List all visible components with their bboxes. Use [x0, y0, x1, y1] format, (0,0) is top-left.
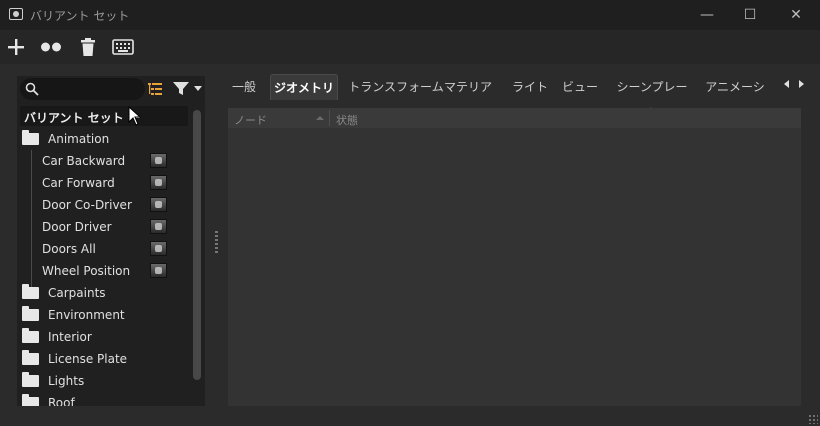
- search-field[interactable]: [20, 78, 145, 100]
- tree-variant-car-forward[interactable]: Car Forward: [42, 172, 172, 194]
- column-header-node[interactable]: ノード: [234, 112, 267, 128]
- tree-variant-wheel-position[interactable]: Wheel Position: [42, 260, 172, 282]
- minimize-button[interactable]: —: [698, 6, 716, 24]
- tab-general[interactable]: 一般: [226, 74, 262, 100]
- tree-folder-roof[interactable]: Roof: [22, 392, 75, 406]
- chevron-down-icon: [194, 86, 202, 91]
- door-thumbnail-icon: [150, 197, 167, 212]
- tab-scroll-right-icon[interactable]: [799, 80, 804, 88]
- table-header: ノード 状態: [228, 108, 801, 128]
- tab-material[interactable]: マテリアル: [440, 74, 496, 120]
- trash-icon: [81, 38, 95, 56]
- property-tabs: 一般 ジオメトリ トランスフォーム マテリアル ライト ビュー シーンプレート …: [222, 74, 808, 120]
- tree-variant-doors-all[interactable]: Doors All: [42, 238, 172, 260]
- tab-sceneplate[interactable]: シーンプレート: [612, 74, 692, 120]
- panel-splitter[interactable]: [215, 231, 218, 253]
- tree-folder-carpaints[interactable]: Carpaints: [22, 282, 106, 304]
- tree-item-label: Door Driver: [42, 220, 112, 234]
- tree-item-label: Doors All: [42, 242, 96, 256]
- door-thumbnail-icon: [150, 241, 167, 256]
- resize-grip-icon[interactable]: [808, 414, 818, 424]
- tree-folder-license-plate[interactable]: License Plate: [22, 348, 127, 370]
- tree-guide-line: [31, 150, 32, 292]
- tree-folder-lights[interactable]: Lights: [22, 370, 84, 392]
- tree-item-label: Lights: [48, 374, 85, 388]
- filter-button[interactable]: [173, 80, 203, 98]
- delete-button[interactable]: [77, 36, 99, 58]
- tree-item-label: Wheel Position: [42, 264, 131, 278]
- tab-scroll-left-icon[interactable]: [784, 80, 789, 88]
- close-button[interactable]: ✕: [787, 6, 805, 24]
- app-icon: [9, 8, 23, 20]
- tree-item-label: Door Co-Driver: [42, 198, 132, 212]
- door-thumbnail-icon: [150, 219, 167, 234]
- dots-icon: [41, 42, 61, 52]
- keyboard-button[interactable]: [112, 36, 134, 58]
- tree-variant-door-driver[interactable]: Door Driver: [42, 216, 172, 238]
- tree-variant-car-backward[interactable]: Car Backward: [42, 150, 172, 172]
- folder-icon: [22, 306, 39, 321]
- tree-item-label: Car Forward: [42, 176, 115, 190]
- tree-item-label: Roof: [48, 396, 75, 406]
- title-bar: バリアント セット — ☐ ✕: [0, 0, 820, 30]
- add-button[interactable]: [5, 36, 27, 58]
- node-table: [228, 108, 801, 406]
- plus-icon: [8, 39, 24, 55]
- search-icon: [25, 82, 39, 96]
- folder-icon: [22, 372, 39, 387]
- tab-light[interactable]: ライト: [510, 74, 550, 100]
- variant-tree: Animation Car Backward Car Forward Door …: [20, 128, 190, 406]
- folder-icon: [22, 350, 39, 365]
- window-title: バリアント セット: [30, 9, 130, 23]
- tree-header-label: バリアント セット: [24, 111, 124, 125]
- wheel-thumbnail-icon: [150, 263, 167, 278]
- tree-item-label: Car Backward: [42, 154, 126, 168]
- tree-item-label: Carpaints: [48, 286, 106, 300]
- keyboard-icon: [112, 39, 134, 55]
- folder-icon: [22, 328, 39, 343]
- tree-item-label: Animation: [48, 132, 110, 146]
- car-thumbnail-icon: [150, 175, 167, 190]
- tree-item-label: Environment: [48, 308, 125, 322]
- sort-ascending-icon: [316, 116, 324, 120]
- tree-folder-environment[interactable]: Environment: [22, 304, 125, 326]
- tree-item-label: Interior: [48, 330, 92, 344]
- variant-dots-button[interactable]: [40, 36, 62, 58]
- tree-item-label: License Plate: [48, 352, 128, 366]
- tab-view[interactable]: ビュー: [560, 74, 600, 100]
- folder-icon: [22, 394, 39, 406]
- filter-icon: [173, 82, 189, 95]
- toolbar: [0, 30, 820, 64]
- tab-animation[interactable]: アニメーション: [702, 74, 768, 120]
- folder-icon: [22, 284, 39, 299]
- car-thumbnail-icon: [150, 153, 167, 168]
- tab-transform[interactable]: トランスフォーム: [346, 74, 446, 100]
- tab-geometry[interactable]: ジオメトリ: [270, 74, 338, 100]
- maximize-button[interactable]: ☐: [741, 6, 759, 24]
- tree-scrollbar-thumb[interactable]: [193, 110, 201, 380]
- mouse-cursor-icon: [128, 106, 142, 126]
- tree-header[interactable]: バリアント セット: [20, 106, 188, 126]
- column-header-status[interactable]: 状態: [336, 112, 358, 128]
- tree-folder-interior[interactable]: Interior: [22, 326, 92, 348]
- column-divider[interactable]: [329, 110, 330, 126]
- tree-variant-door-co-driver[interactable]: Door Co-Driver: [42, 194, 172, 216]
- folder-icon: [22, 130, 39, 145]
- tree-folder-animation[interactable]: Animation: [22, 128, 109, 150]
- list-view-icon[interactable]: [148, 82, 162, 96]
